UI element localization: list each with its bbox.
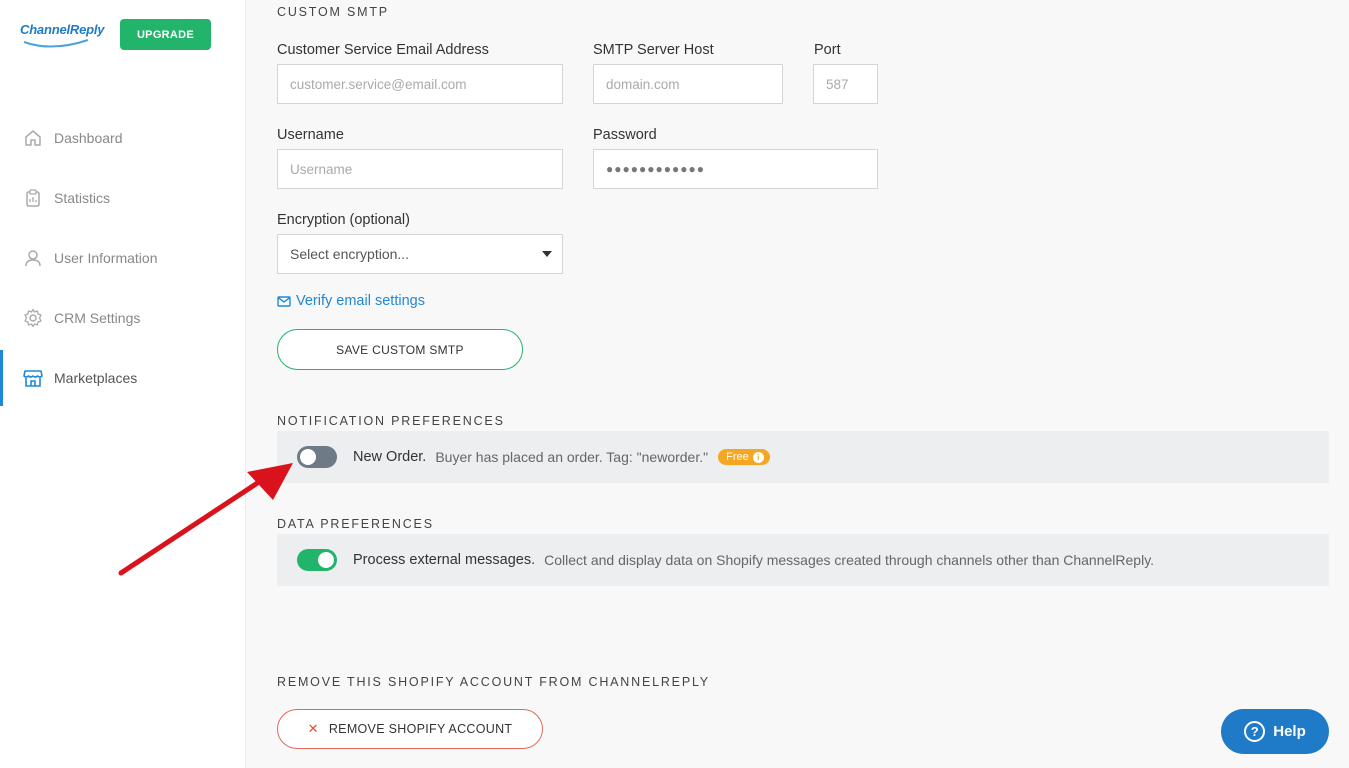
external-messages-description: Collect and display data on Shopify mess… [544,552,1155,568]
username-label: Username [277,127,344,143]
sidebar: ChannelReply UPGRADE Dashboard Statistic… [0,0,246,768]
remove-account-title: REMOVE THIS SHOPIFY ACCOUNT FROM CHANNEL… [277,675,710,689]
smtp-host-input[interactable]: domain.com [593,64,783,104]
help-button[interactable]: ? Help [1221,709,1329,754]
sidebar-item-dashboard[interactable]: Dashboard [0,108,246,168]
notification-preferences-title: NOTIFICATION PREFERENCES [277,414,505,428]
logo-swoosh-icon [23,39,89,48]
save-custom-smtp-button[interactable]: SAVE CUSTOM SMTP [277,329,523,370]
annotation-arrow-icon [118,463,293,576]
email-field[interactable]: customer.service@email.com [277,64,563,104]
external-messages-toggle[interactable] [297,549,337,571]
free-badge[interactable]: Free i [718,449,770,465]
store-icon [22,367,44,389]
logo-text: ChannelReply [20,22,105,37]
port-input[interactable]: 587 [813,64,878,104]
question-icon: ? [1244,721,1266,742]
caret-down-icon [542,251,552,257]
gear-icon [22,307,44,329]
smtp-host-label: SMTP Server Host [593,42,714,58]
close-icon: ✕ [307,721,319,736]
sidebar-item-statistics[interactable]: Statistics [0,168,246,228]
sidebar-item-crm-settings[interactable]: CRM Settings [0,288,246,348]
password-label: Password [593,127,657,143]
sidebar-item-marketplaces[interactable]: Marketplaces [0,348,246,408]
data-preferences-title: DATA PREFERENCES [277,517,434,531]
user-icon [22,247,44,269]
toggle-knob [318,552,334,568]
help-label: Help [1273,723,1306,740]
new-order-description: Buyer has placed an order. Tag: "neworde… [435,449,709,465]
email-label: Customer Service Email Address [277,42,489,58]
encryption-label: Encryption (optional) [277,212,410,228]
custom-smtp-title: CUSTOM SMTP [277,5,389,19]
external-messages-title: Process external messages. [353,552,536,568]
new-order-toggle[interactable] [297,446,337,468]
home-icon [22,127,44,149]
remove-shopify-account-button[interactable]: ✕ REMOVE SHOPIFY ACCOUNT [277,709,543,749]
username-input[interactable]: Username [277,149,563,189]
remove-button-label: REMOVE SHOPIFY ACCOUNT [328,722,513,736]
clipboard-icon [22,187,44,209]
encryption-selected-value: Select encryption... [290,246,410,262]
sidebar-item-label: Statistics [54,190,111,206]
sidebar-item-label: Marketplaces [54,370,138,386]
password-input[interactable]: ●●●●●●●●●●●● [593,149,878,189]
external-messages-preference-row: Process external messages. Collect and d… [277,534,1329,586]
upgrade-button[interactable]: UPGRADE [120,19,211,50]
new-order-title: New Order. [353,449,427,465]
sidebar-item-user-information[interactable]: User Information [0,228,246,288]
sidebar-item-label: CRM Settings [54,310,141,326]
channelreply-logo[interactable]: ChannelReply [20,22,105,48]
info-icon: i [752,451,764,463]
encryption-select[interactable]: Select encryption... [277,234,563,274]
new-order-preference-row: New Order. Buyer has placed an order. Ta… [277,431,1329,483]
sidebar-item-label: Dashboard [54,130,123,146]
port-label: Port [814,42,841,58]
verify-email-link[interactable]: Verify email settings [277,293,425,309]
free-badge-label: Free [726,451,749,463]
sidebar-item-label: User Information [54,250,158,266]
mail-icon [277,295,291,307]
toggle-knob [300,449,316,465]
verify-email-label: Verify email settings [296,293,425,309]
sidebar-nav: Dashboard Statistics User Information CR… [0,108,246,408]
